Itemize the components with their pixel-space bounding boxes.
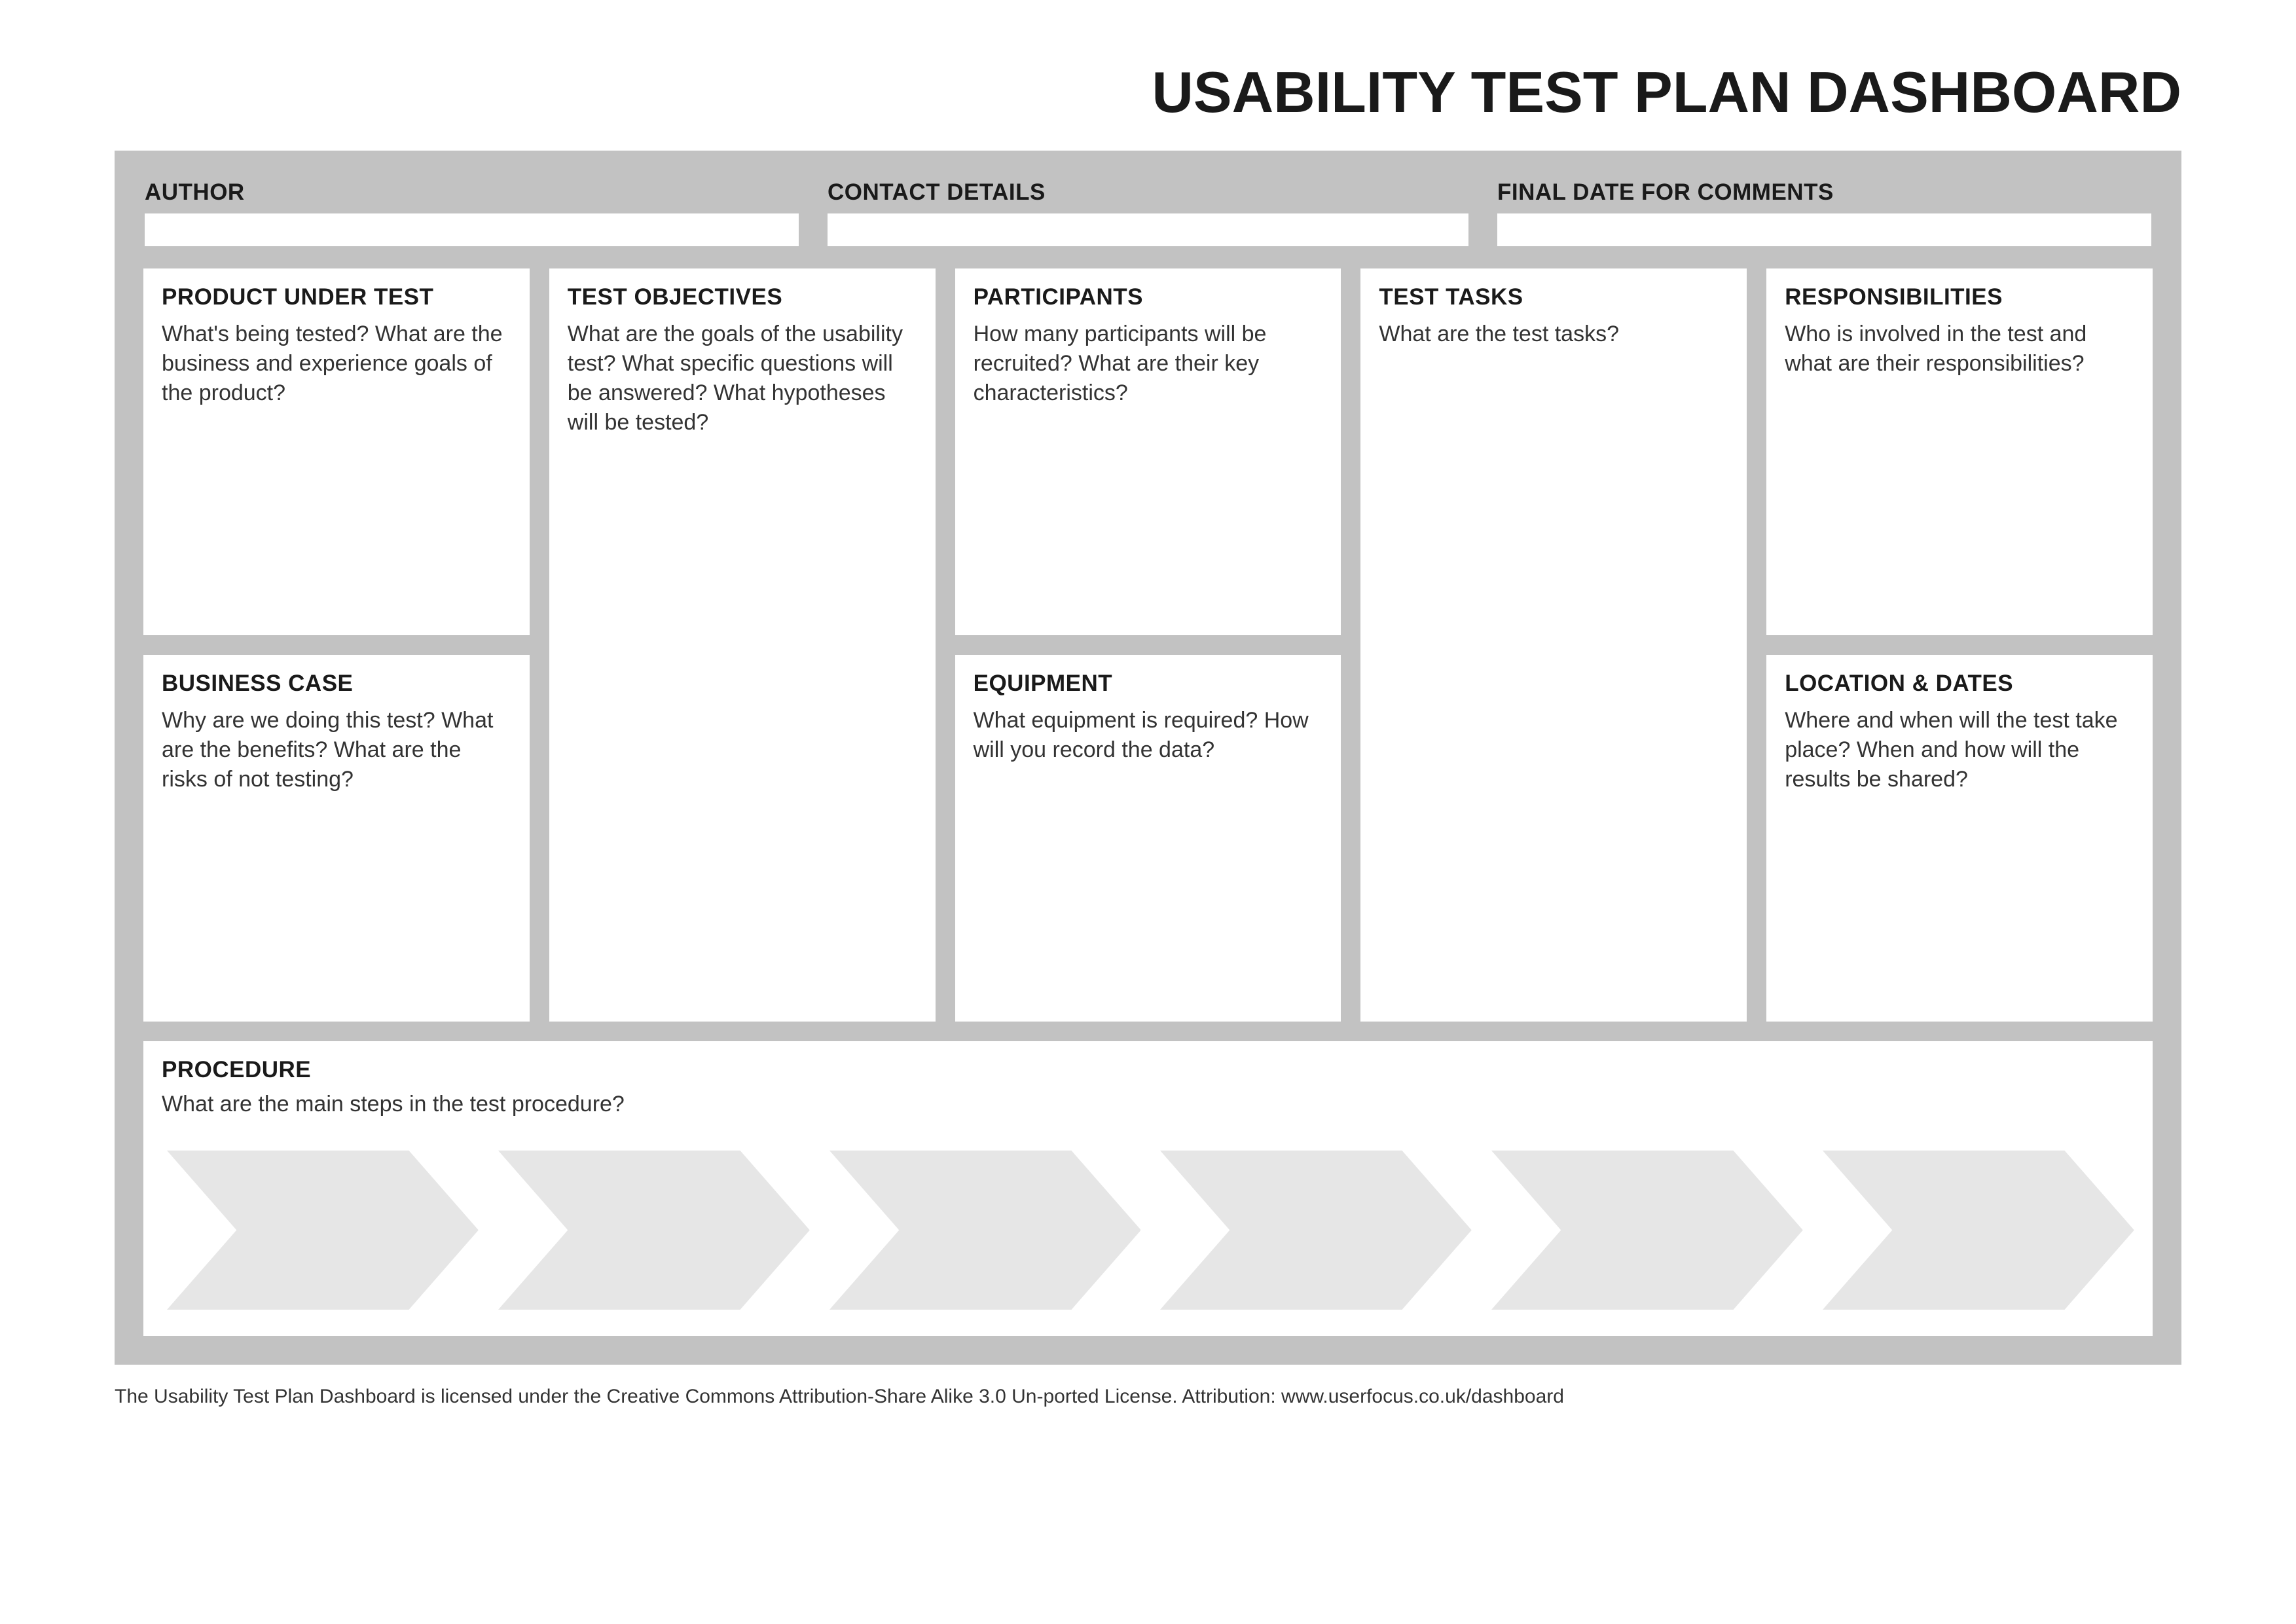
card-text: What are the test tasks? <box>1379 320 1728 349</box>
page-title: USABILITY TEST PLAN DASHBOARD <box>115 59 2181 126</box>
dashboard-canvas: AUTHOR CONTACT DETAILS FINAL DATE FOR CO… <box>115 151 2181 1365</box>
card-product-under-test[interactable]: PRODUCT UNDER TEST What's being tested? … <box>143 268 530 635</box>
card-test-tasks[interactable]: TEST TASKS What are the test tasks? <box>1360 268 1747 1022</box>
card-text: What are the main steps in the test proc… <box>162 1090 2134 1119</box>
card-responsibilities[interactable]: RESPONSIBILITIES Who is involved in the … <box>1766 268 2153 635</box>
card-text: How many participants will be recruited?… <box>974 320 1323 408</box>
card-title: PROCEDURE <box>162 1057 2134 1083</box>
card-title: EQUIPMENT <box>974 671 1323 697</box>
card-grid: PRODUCT UNDER TEST What's being tested? … <box>143 268 2153 1022</box>
meta-final-date-label: FINAL DATE FOR COMMENTS <box>1497 179 2151 206</box>
card-business-case[interactable]: BUSINESS CASE Why are we doing this test… <box>143 655 530 1022</box>
card-title: PRODUCT UNDER TEST <box>162 284 511 310</box>
meta-author-field[interactable] <box>145 213 799 246</box>
page: USABILITY TEST PLAN DASHBOARD AUTHOR CON… <box>0 0 2296 1624</box>
card-test-objectives[interactable]: TEST OBJECTIVES What are the goals of th… <box>549 268 936 1022</box>
card-location-dates[interactable]: LOCATION & DATES Where and when will the… <box>1766 655 2153 1022</box>
card-title: BUSINESS CASE <box>162 671 511 697</box>
meta-author-label: AUTHOR <box>145 179 799 206</box>
meta-final-date-field[interactable] <box>1497 213 2151 246</box>
card-procedure[interactable]: PROCEDURE What are the main steps in the… <box>143 1041 2153 1336</box>
card-text: What are the goals of the usability test… <box>568 320 917 437</box>
card-participants[interactable]: PARTICIPANTS How many participants will … <box>955 268 1341 635</box>
card-title: TEST OBJECTIVES <box>568 284 917 310</box>
procedure-step-arrow[interactable] <box>1491 1151 1803 1310</box>
procedure-steps <box>162 1151 2134 1310</box>
procedure-step-arrow[interactable] <box>498 1151 810 1310</box>
procedure-step-arrow[interactable] <box>167 1151 479 1310</box>
card-text: Who is involved in the test and what are… <box>1785 320 2134 378</box>
license-text: The Usability Test Plan Dashboard is lic… <box>115 1386 2181 1408</box>
meta-author: AUTHOR <box>143 179 813 246</box>
card-title: LOCATION & DATES <box>1785 671 2134 697</box>
card-title: RESPONSIBILITIES <box>1785 284 2134 310</box>
card-text: Why are we doing this test? What are the… <box>162 706 511 794</box>
card-text: What equipment is required? How will you… <box>974 706 1323 765</box>
card-text: What's being tested? What are the busine… <box>162 320 511 408</box>
procedure-step-arrow[interactable] <box>829 1151 1141 1310</box>
meta-contact-label: CONTACT DETAILS <box>828 179 1468 206</box>
meta-final-date: FINAL DATE FOR COMMENTS <box>1483 179 2153 246</box>
meta-contact: CONTACT DETAILS <box>813 179 1483 246</box>
card-title: PARTICIPANTS <box>974 284 1323 310</box>
procedure-step-arrow[interactable] <box>1823 1151 2134 1310</box>
card-title: TEST TASKS <box>1379 284 1728 310</box>
meta-row: AUTHOR CONTACT DETAILS FINAL DATE FOR CO… <box>143 179 2153 246</box>
meta-contact-field[interactable] <box>828 213 1468 246</box>
card-equipment[interactable]: EQUIPMENT What equipment is required? Ho… <box>955 655 1341 1022</box>
card-text: Where and when will the test take place?… <box>1785 706 2134 794</box>
procedure-step-arrow[interactable] <box>1160 1151 1472 1310</box>
